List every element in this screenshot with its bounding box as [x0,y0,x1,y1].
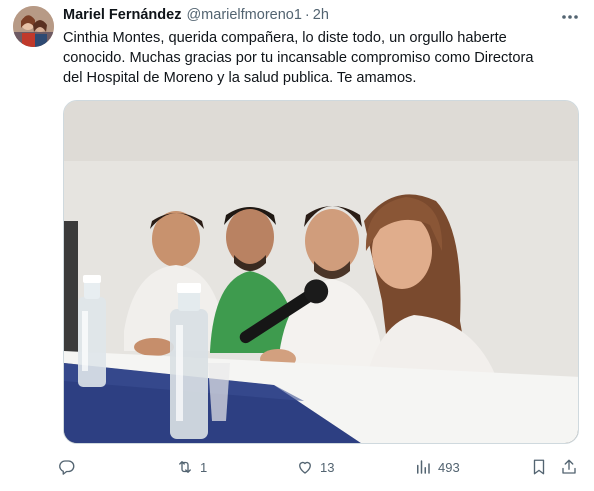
tweet-header: Mariel Fernández @marielfmoreno1 · 2h [63,7,329,25]
tweet: Mariel Fernández @marielfmoreno1 · 2h Ci… [0,0,594,491]
photo-illustration [64,101,578,443]
separator-dot: · [304,7,310,23]
views-icon [417,460,430,474]
author-display-name[interactable]: Mariel Fernández [63,7,181,23]
bookmark-icon [533,459,545,475]
tweet-photo[interactable] [63,100,579,444]
heart-icon [299,461,311,474]
bookmark-button[interactable] [530,455,548,479]
avatar[interactable] [13,6,54,47]
tweet-text: Cinthia Montes, querida compañera, lo di… [63,30,534,86]
reply-button[interactable] [58,455,82,479]
more-options-button[interactable] [558,8,582,26]
retweet-icon [179,461,191,473]
author-handle[interactable]: @marielfmoreno1 [186,7,301,23]
avatar-image [13,6,54,47]
retweet-count: 1 [200,459,208,475]
like-count: 13 [320,459,335,475]
retweet-button[interactable]: 1 [176,455,207,479]
more-icon [562,15,578,19]
tweet-actions: 1 13 493 [58,455,588,479]
timestamp[interactable]: 2h [313,7,329,23]
share-icon [562,459,576,474]
share-button[interactable] [560,455,578,479]
reply-icon [59,460,75,475]
like-button[interactable]: 13 [296,455,334,479]
views-count: 493 [438,459,460,475]
views-button[interactable]: 493 [414,455,460,479]
